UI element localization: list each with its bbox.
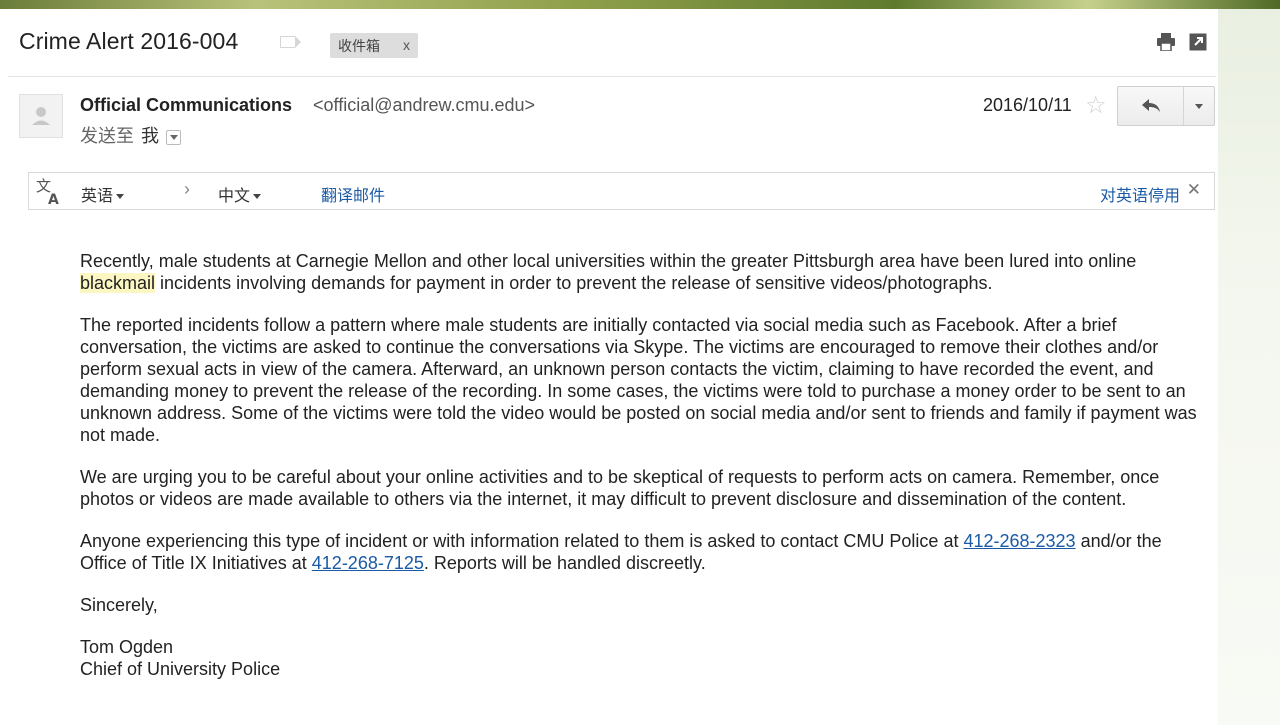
closing: Sincerely, xyxy=(80,595,158,615)
highlighted-word: blackmail xyxy=(80,273,156,293)
paragraph-4-part-1: Anyone experiencing this type of inciden… xyxy=(80,531,964,551)
more-actions-button[interactable] xyxy=(1184,87,1214,125)
source-language-select[interactable]: 英语 xyxy=(81,182,125,206)
title-ix-phone-link[interactable]: 412-268-7125 xyxy=(312,553,424,573)
show-details-dropdown-icon[interactable] xyxy=(166,129,181,145)
recipient-me: 我 xyxy=(141,126,159,146)
paragraph-4: Anyone experiencing this type of inciden… xyxy=(80,530,1205,574)
inbox-label-text: 收件箱 xyxy=(338,37,380,54)
paragraph-3: We are urging you to be careful about yo… xyxy=(80,467,1160,509)
target-language-label: 中文 xyxy=(218,188,251,205)
close-icon[interactable]: ✕ xyxy=(1187,180,1201,200)
reply-icon xyxy=(1141,99,1160,112)
background-edge xyxy=(1218,9,1280,725)
print-icon[interactable] xyxy=(1156,33,1176,52)
police-phone-link[interactable]: 412-268-2323 xyxy=(963,531,1075,551)
signature: Tom Ogden Chief of University Police xyxy=(80,636,1205,680)
signature-name: Tom Ogden xyxy=(80,637,174,657)
paragraph-1-start: Recently, male students at Carnegie Mell… xyxy=(80,251,1137,271)
email-subject: Crime Alert 2016-004 xyxy=(19,28,239,54)
new-window-icon[interactable] xyxy=(1189,33,1209,51)
svg-text:A: A xyxy=(48,192,59,207)
avatar-icon[interactable] xyxy=(19,94,63,138)
caret-down-icon xyxy=(253,194,262,200)
signature-title: Chief of University Police xyxy=(80,659,281,679)
caret-down-icon xyxy=(116,194,125,200)
paragraph-1-end: incidents involving demands for payment … xyxy=(155,273,993,293)
paragraph-4-part-3: . Reports will be handled discreetly. xyxy=(423,553,706,573)
email-body: Recently, male students at Carnegie Mell… xyxy=(80,250,1205,700)
arrow-right-icon: › xyxy=(184,179,190,199)
to-prefix: 发送至 xyxy=(80,126,134,146)
inbox-label-chip[interactable]: 收件箱 x xyxy=(330,33,418,58)
reply-button[interactable] xyxy=(1118,87,1184,125)
reply-button-group xyxy=(1117,86,1215,126)
sender-name[interactable]: Official Communications xyxy=(80,95,292,116)
translate-icon: 文 A xyxy=(35,177,63,208)
sender-email: <official@andrew.cmu.edu> xyxy=(313,95,536,115)
chevron-down-icon xyxy=(1195,103,1203,109)
header-divider xyxy=(8,76,1216,77)
translate-message-link[interactable]: 翻译邮件 xyxy=(321,182,385,206)
email-date: 2016/10/11 xyxy=(983,95,1072,115)
paragraph-1: Recently, male students at Carnegie Mell… xyxy=(80,250,1205,294)
window-top-strip xyxy=(0,0,1280,9)
recipient-line: 发送至 我 xyxy=(80,122,181,148)
translate-bar: 文 A 英语 › 中文 翻译邮件 对英语停用 ✕ xyxy=(28,172,1215,210)
paragraph-2: The reported incidents follow a pattern … xyxy=(80,315,1197,445)
star-icon[interactable]: ☆ xyxy=(1085,91,1107,120)
remove-label-button[interactable]: x xyxy=(403,37,410,53)
target-language-select[interactable]: 中文 xyxy=(218,182,262,206)
turn-off-translation-link[interactable]: 对英语停用 xyxy=(1100,182,1180,206)
importance-marker-icon[interactable] xyxy=(280,36,301,48)
source-language-label: 英语 xyxy=(81,188,114,205)
